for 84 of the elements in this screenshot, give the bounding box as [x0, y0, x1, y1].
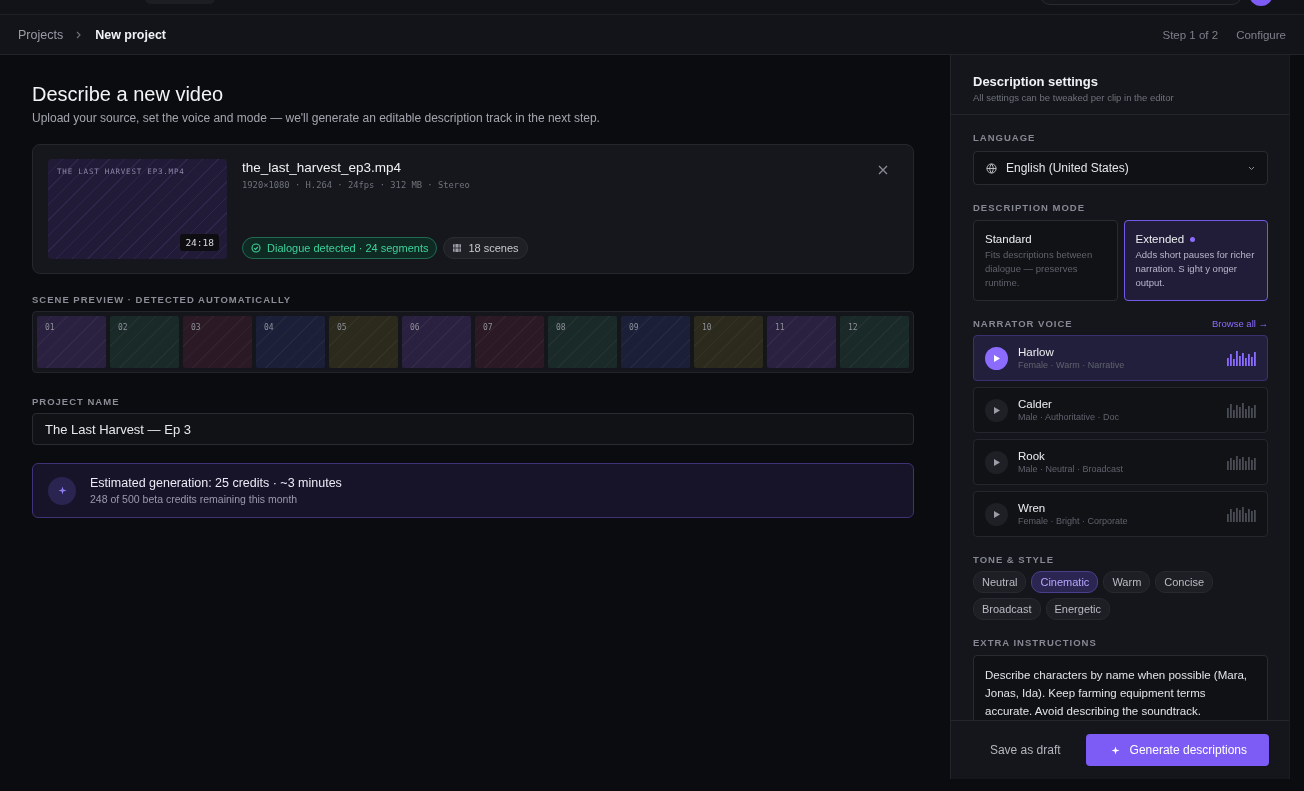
play-icon	[993, 458, 1000, 466]
scene-thumbnail[interactable]: 08	[548, 316, 617, 368]
globe-icon	[986, 162, 997, 174]
selected-dot	[1190, 236, 1196, 242]
chevron-down-icon	[1248, 165, 1255, 171]
play-icon	[993, 354, 1000, 362]
section-label: PROJECT NAME	[32, 396, 121, 407]
browse-all-link[interactable]: Browse all →	[1212, 318, 1268, 329]
mode-description: Fits descriptions between dialogue — preserves runtime.	[985, 248, 1094, 290]
tone-chip[interactable]: Energetic	[1045, 598, 1110, 620]
tone-chip[interactable]: Concise	[1155, 571, 1214, 593]
estimate-title: Estimated generation: 25 credits · ~3 minutes	[90, 476, 342, 490]
generate-button[interactable]: Generate descriptions	[1085, 734, 1269, 766]
voice-name: Rook	[1018, 450, 1046, 462]
play-button[interactable]	[985, 450, 1008, 474]
scene-thumbnail[interactable]: 02	[110, 316, 179, 368]
voice-traits: Female · Warm · Narrative	[1018, 360, 1125, 370]
waveform-icon	[1227, 506, 1257, 522]
voice-option[interactable]: Calder Male · Authoritative · Doc	[973, 387, 1268, 433]
mode-description: Adds short pauses for richer narration. S ight y onger output.	[1135, 248, 1256, 290]
scene-thumbnail[interactable]: 10	[694, 316, 763, 368]
configure-link[interactable]: Configure	[1236, 28, 1286, 41]
instructions-field[interactable]: Describe characters by name when possible (Mara, Jonas, Ida). Keep farming equipment terms accurate. Avoid describing the soundtrack.	[973, 655, 1268, 720]
panel-title: Description settings	[973, 74, 1099, 89]
close-icon[interactable]	[878, 165, 888, 175]
voice-name: Wren	[1018, 502, 1047, 514]
status-badge: Dialogue detected · 24 segments	[242, 237, 438, 259]
section-label: TONE & STYLE	[973, 554, 1055, 565]
scene-thumbnail[interactable]: 06	[402, 316, 471, 368]
scene-thumbnail[interactable]: 04	[256, 316, 325, 368]
waveform-icon	[1227, 350, 1257, 366]
voice-traits: Male · Authoritative · Doc	[1018, 412, 1120, 422]
page-subtitle: Upload your source, set the voice and mode — we'll generate an editable description track in the next step.	[32, 111, 601, 125]
play-icon	[993, 510, 1000, 518]
check-circle-icon	[251, 243, 261, 253]
mode-option[interactable]: Standard Fits descriptions between dialogue — preserves runtime.	[973, 220, 1118, 301]
estimate-subtitle: 248 of 500 beta credits remaining this month	[90, 493, 299, 505]
page-title: Describe a new video	[32, 83, 225, 106]
waveform-icon	[1227, 402, 1257, 418]
play-button[interactable]	[985, 398, 1008, 422]
play-icon	[993, 406, 1000, 414]
mode-title: Extended	[1135, 233, 1185, 245]
voice-name: Calder	[1018, 398, 1053, 410]
section-label: DESCRIPTION MODE	[973, 202, 1087, 213]
voice-traits: Female · Bright · Corporate	[1018, 516, 1128, 526]
scene-thumbnail[interactable]: 05	[329, 316, 398, 368]
duration-badge: 24:18	[180, 234, 219, 251]
voice-option[interactable]: Harlow Female · Warm · Narrative	[973, 335, 1268, 381]
breadcrumb-link[interactable]: Projects	[18, 27, 64, 42]
voice-name: Harlow	[1018, 346, 1055, 358]
tone-chip[interactable]: Warm	[1103, 571, 1151, 593]
scene-thumbnail[interactable]: 03	[183, 316, 252, 368]
scene-thumbnail[interactable]: 09	[621, 316, 690, 368]
sparkle-icon	[1110, 745, 1120, 755]
play-button[interactable]	[985, 502, 1008, 526]
voice-traits: Male · Neutral · Broadcast	[1018, 464, 1124, 474]
tone-chip[interactable]: Broadcast	[973, 598, 1041, 620]
language-dropdown[interactable]: English (United States)	[973, 151, 1268, 185]
tone-chip[interactable]: Cinematic	[1031, 571, 1099, 593]
section-label: NARRATOR VOICE	[973, 318, 1073, 329]
play-button[interactable]	[985, 346, 1008, 370]
mode-option[interactable]: Extended Adds short pauses for richer narration. S ight y onger output.	[1123, 220, 1268, 301]
sparkle-icon	[57, 486, 67, 495]
voice-option[interactable]: Rook Male · Neutral · Broadcast	[973, 439, 1268, 485]
file-meta: 1920×1080 · H.264 · 24fps · 312 MB · Stereo	[242, 180, 471, 190]
tone-chip[interactable]: Neutral	[973, 571, 1027, 593]
project-name-field[interactable]: The Last Harvest — Ep 3	[32, 413, 914, 445]
scene-thumbnail[interactable]: 12	[840, 316, 909, 368]
waveform-icon	[1227, 454, 1257, 470]
mode-title: Standard	[985, 233, 1032, 245]
scene-count-badge: 18 scenes	[443, 237, 528, 259]
breadcrumb-current: New project	[95, 27, 166, 42]
scene-thumbnail[interactable]: 01	[37, 316, 106, 368]
step-indicator: Step 1 of 2	[1162, 28, 1219, 41]
file-name: the_last_harvest_ep3.mp4	[242, 160, 403, 175]
save-draft-button[interactable]: Save as draft	[989, 743, 1061, 757]
scene-thumbnail[interactable]: 11	[767, 316, 836, 368]
scene-thumbnail[interactable]: 07	[475, 316, 544, 368]
section-label: LANGUAGE	[973, 132, 1037, 143]
voice-option[interactable]: Wren Female · Bright · Corporate	[973, 491, 1268, 537]
section-label: EXTRA INSTRUCTIONS	[973, 637, 1098, 648]
panel-subtitle: All settings can be tweaked per clip in the editor	[973, 92, 1175, 103]
section-label: SCENE PREVIEW · DETECTED AUTOMATICALLY	[32, 294, 293, 305]
film-icon	[452, 243, 463, 253]
